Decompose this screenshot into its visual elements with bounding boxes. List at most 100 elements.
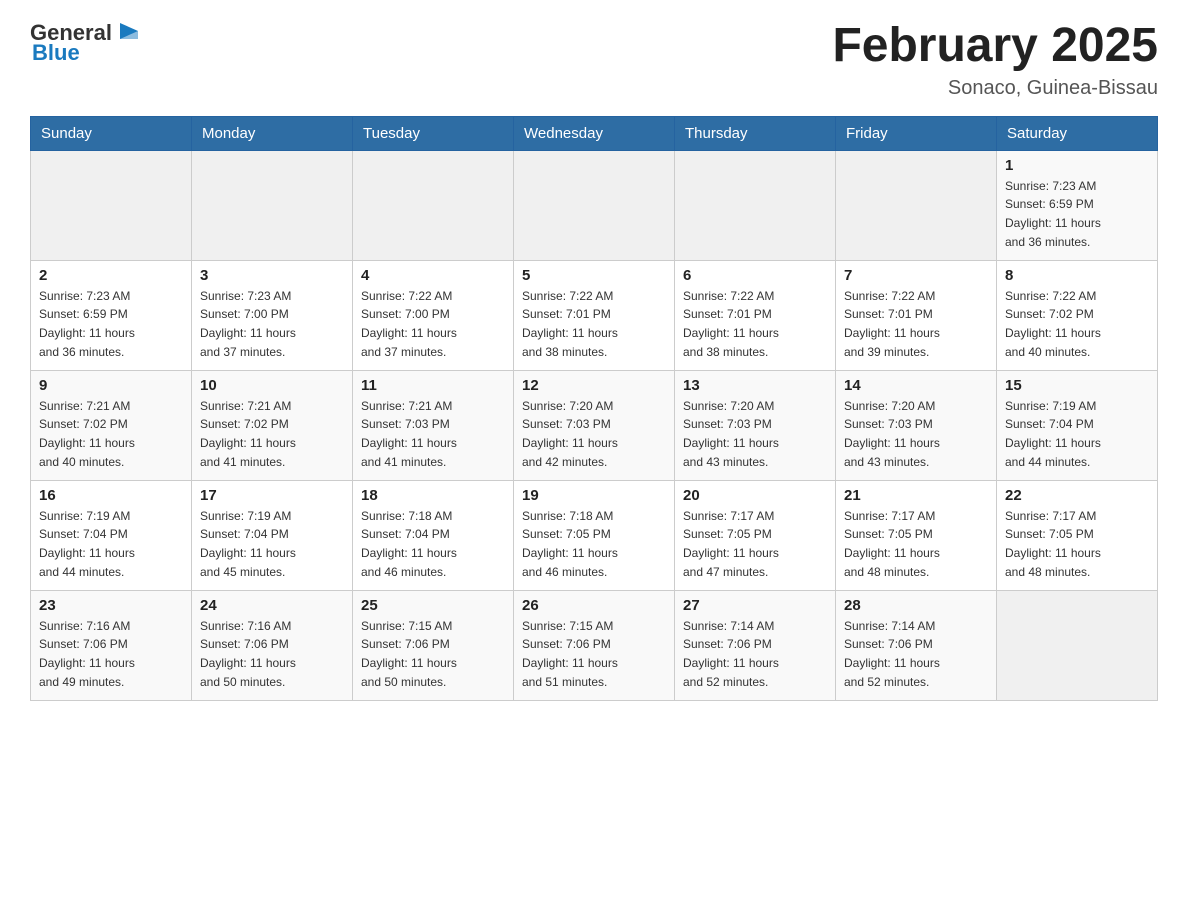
day-number: 9 xyxy=(39,377,183,394)
day-number: 20 xyxy=(683,487,827,504)
day-number: 10 xyxy=(200,377,344,394)
day-info: Sunrise: 7:14 AMSunset: 7:06 PMDaylight:… xyxy=(683,617,827,691)
day-info: Sunrise: 7:22 AMSunset: 7:01 PMDaylight:… xyxy=(844,287,988,361)
calendar-cell: 23 Sunrise: 7:16 AMSunset: 7:06 PMDayligh… xyxy=(31,590,192,700)
calendar-cell: 2 Sunrise: 7:23 AMSunset: 6:59 PMDaylight… xyxy=(31,260,192,370)
day-number: 23 xyxy=(39,597,183,614)
day-info: Sunrise: 7:20 AMSunset: 7:03 PMDaylight:… xyxy=(683,397,827,471)
day-info: Sunrise: 7:20 AMSunset: 7:03 PMDaylight:… xyxy=(522,397,666,471)
day-info: Sunrise: 7:14 AMSunset: 7:06 PMDaylight:… xyxy=(844,617,988,691)
day-number: 15 xyxy=(1005,377,1149,394)
day-info: Sunrise: 7:22 AMSunset: 7:01 PMDaylight:… xyxy=(522,287,666,361)
day-number: 28 xyxy=(844,597,988,614)
calendar-cell: 13 Sunrise: 7:20 AMSunset: 7:03 PMDayligh… xyxy=(675,370,836,480)
calendar-cell: 21 Sunrise: 7:17 AMSunset: 7:05 PMDayligh… xyxy=(836,480,997,590)
day-info: Sunrise: 7:17 AMSunset: 7:05 PMDaylight:… xyxy=(1005,507,1149,581)
day-info: Sunrise: 7:22 AMSunset: 7:02 PMDaylight:… xyxy=(1005,287,1149,361)
day-info: Sunrise: 7:21 AMSunset: 7:02 PMDaylight:… xyxy=(39,397,183,471)
weekday-header-monday: Monday xyxy=(192,116,353,150)
day-number: 19 xyxy=(522,487,666,504)
calendar-cell: 22 Sunrise: 7:17 AMSunset: 7:05 PMDayligh… xyxy=(997,480,1158,590)
calendar-cell xyxy=(836,150,997,260)
weekday-header-thursday: Thursday xyxy=(675,116,836,150)
calendar-cell: 27 Sunrise: 7:14 AMSunset: 7:06 PMDayligh… xyxy=(675,590,836,700)
day-info: Sunrise: 7:21 AMSunset: 7:03 PMDaylight:… xyxy=(361,397,505,471)
calendar-cell: 7 Sunrise: 7:22 AMSunset: 7:01 PMDaylight… xyxy=(836,260,997,370)
day-number: 11 xyxy=(361,377,505,394)
logo: General Blue xyxy=(30,20,142,66)
day-number: 2 xyxy=(39,267,183,284)
day-info: Sunrise: 7:23 AMSunset: 6:59 PMDaylight:… xyxy=(39,287,183,361)
day-info: Sunrise: 7:21 AMSunset: 7:02 PMDaylight:… xyxy=(200,397,344,471)
calendar-cell: 20 Sunrise: 7:17 AMSunset: 7:05 PMDayligh… xyxy=(675,480,836,590)
calendar-cell: 16 Sunrise: 7:19 AMSunset: 7:04 PMDayligh… xyxy=(31,480,192,590)
weekday-header-saturday: Saturday xyxy=(997,116,1158,150)
calendar-cell: 10 Sunrise: 7:21 AMSunset: 7:02 PMDayligh… xyxy=(192,370,353,480)
weekday-header-tuesday: Tuesday xyxy=(353,116,514,150)
day-info: Sunrise: 7:19 AMSunset: 7:04 PMDaylight:… xyxy=(39,507,183,581)
day-number: 6 xyxy=(683,267,827,284)
calendar-cell: 8 Sunrise: 7:22 AMSunset: 7:02 PMDaylight… xyxy=(997,260,1158,370)
calendar-cell: 24 Sunrise: 7:16 AMSunset: 7:06 PMDayligh… xyxy=(192,590,353,700)
day-number: 1 xyxy=(1005,157,1149,174)
day-info: Sunrise: 7:19 AMSunset: 7:04 PMDaylight:… xyxy=(1005,397,1149,471)
calendar-cell xyxy=(675,150,836,260)
calendar-cell xyxy=(192,150,353,260)
calendar-cell: 17 Sunrise: 7:19 AMSunset: 7:04 PMDayligh… xyxy=(192,480,353,590)
day-number: 26 xyxy=(522,597,666,614)
calendar-cell: 25 Sunrise: 7:15 AMSunset: 7:06 PMDayligh… xyxy=(353,590,514,700)
day-info: Sunrise: 7:17 AMSunset: 7:05 PMDaylight:… xyxy=(683,507,827,581)
day-number: 21 xyxy=(844,487,988,504)
location-title: Sonaco, Guinea-Bissau xyxy=(832,77,1158,100)
calendar-table: SundayMondayTuesdayWednesdayThursdayFrid… xyxy=(30,116,1158,701)
day-info: Sunrise: 7:23 AMSunset: 6:59 PMDaylight:… xyxy=(1005,177,1149,251)
day-number: 17 xyxy=(200,487,344,504)
day-number: 25 xyxy=(361,597,505,614)
day-number: 8 xyxy=(1005,267,1149,284)
day-number: 24 xyxy=(200,597,344,614)
week-row-5: 23 Sunrise: 7:16 AMSunset: 7:06 PMDayligh… xyxy=(31,590,1158,700)
calendar-cell: 18 Sunrise: 7:18 AMSunset: 7:04 PMDayligh… xyxy=(353,480,514,590)
calendar-cell: 15 Sunrise: 7:19 AMSunset: 7:04 PMDayligh… xyxy=(997,370,1158,480)
weekday-header-friday: Friday xyxy=(836,116,997,150)
logo-blue-text: Blue xyxy=(32,40,80,66)
week-row-1: 1 Sunrise: 7:23 AMSunset: 6:59 PMDaylight… xyxy=(31,150,1158,260)
day-number: 7 xyxy=(844,267,988,284)
day-number: 12 xyxy=(522,377,666,394)
calendar-cell xyxy=(514,150,675,260)
page-header: General Blue February 2025 Sonaco, Guine… xyxy=(30,20,1158,100)
day-info: Sunrise: 7:16 AMSunset: 7:06 PMDaylight:… xyxy=(200,617,344,691)
calendar-cell xyxy=(31,150,192,260)
calendar-cell xyxy=(353,150,514,260)
day-number: 27 xyxy=(683,597,827,614)
day-info: Sunrise: 7:18 AMSunset: 7:04 PMDaylight:… xyxy=(361,507,505,581)
day-info: Sunrise: 7:22 AMSunset: 7:01 PMDaylight:… xyxy=(683,287,827,361)
calendar-cell: 5 Sunrise: 7:22 AMSunset: 7:01 PMDaylight… xyxy=(514,260,675,370)
logo-flag-icon xyxy=(116,21,142,43)
calendar-cell: 14Sunrise: 7:20 AMSunset: 7:03 PMDayligh… xyxy=(836,370,997,480)
day-number: 16 xyxy=(39,487,183,504)
day-info: Sunrise: 7:17 AMSunset: 7:05 PMDaylight:… xyxy=(844,507,988,581)
calendar-cell: 26Sunrise: 7:15 AMSunset: 7:06 PMDayligh… xyxy=(514,590,675,700)
calendar-cell: 6 Sunrise: 7:22 AMSunset: 7:01 PMDaylight… xyxy=(675,260,836,370)
title-block: February 2025 Sonaco, Guinea-Bissau xyxy=(832,20,1158,100)
day-number: 5 xyxy=(522,267,666,284)
day-number: 18 xyxy=(361,487,505,504)
day-number: 4 xyxy=(361,267,505,284)
day-number: 14 xyxy=(844,377,988,394)
calendar-cell: 9 Sunrise: 7:21 AMSunset: 7:02 PMDaylight… xyxy=(31,370,192,480)
day-info: Sunrise: 7:16 AMSunset: 7:06 PMDaylight:… xyxy=(39,617,183,691)
day-info: Sunrise: 7:23 AMSunset: 7:00 PMDaylight:… xyxy=(200,287,344,361)
calendar-cell: 3 Sunrise: 7:23 AMSunset: 7:00 PMDaylight… xyxy=(192,260,353,370)
day-number: 13 xyxy=(683,377,827,394)
weekday-header-wednesday: Wednesday xyxy=(514,116,675,150)
calendar-cell: 19Sunrise: 7:18 AMSunset: 7:05 PMDayligh… xyxy=(514,480,675,590)
day-number: 22 xyxy=(1005,487,1149,504)
weekday-header-row: SundayMondayTuesdayWednesdayThursdayFrid… xyxy=(31,116,1158,150)
day-number: 3 xyxy=(200,267,344,284)
calendar-cell: 12 Sunrise: 7:20 AMSunset: 7:03 PMDayligh… xyxy=(514,370,675,480)
week-row-4: 16 Sunrise: 7:19 AMSunset: 7:04 PMDayligh… xyxy=(31,480,1158,590)
day-info: Sunrise: 7:19 AMSunset: 7:04 PMDaylight:… xyxy=(200,507,344,581)
calendar-cell xyxy=(997,590,1158,700)
day-info: Sunrise: 7:15 AMSunset: 7:06 PMDaylight:… xyxy=(361,617,505,691)
